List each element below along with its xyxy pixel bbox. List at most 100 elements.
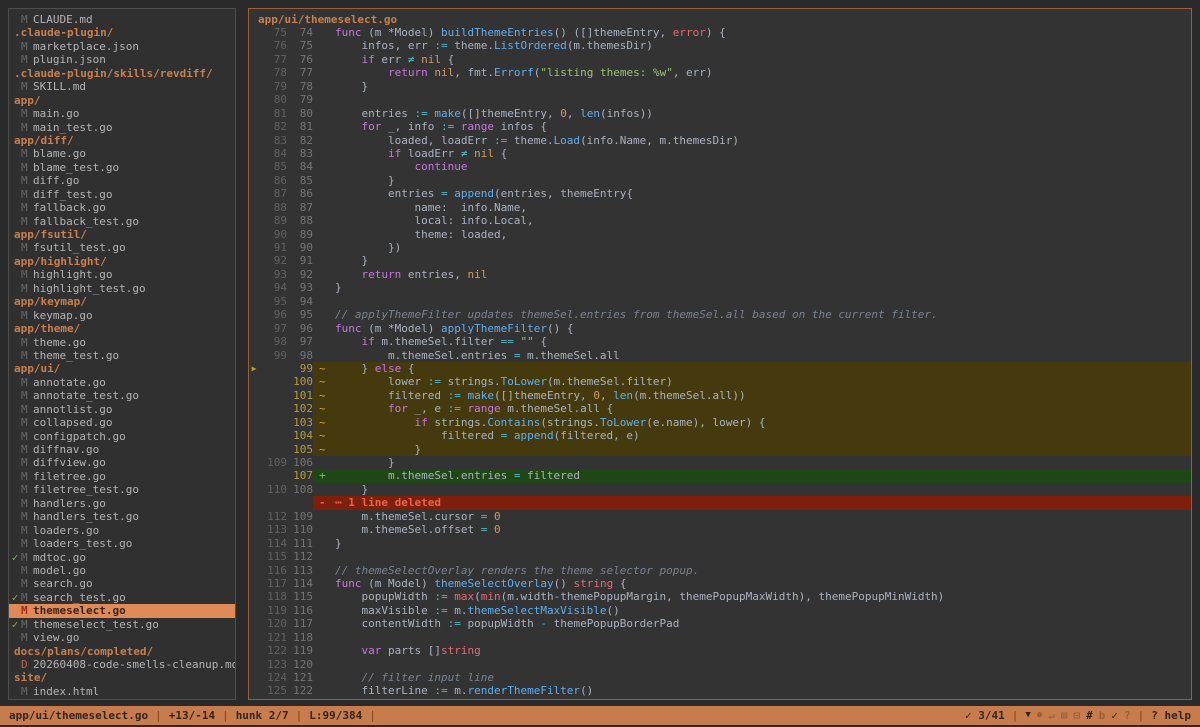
diff-marker: - [319, 496, 335, 509]
tree-file-row[interactable]: Mblame.go [9, 147, 235, 160]
code-token: theme. [448, 39, 494, 52]
code-token: m. [448, 604, 468, 617]
hash-icon: # [1086, 706, 1093, 725]
old-line-number: 76 [259, 39, 287, 52]
diff-marker: ~ [319, 416, 335, 429]
code-token: } [335, 537, 342, 550]
hunk-arrow-slot [249, 590, 259, 603]
code-line: 123120 [249, 658, 1191, 671]
tree-dir-row[interactable]: docs/plans/completed/ [9, 645, 235, 658]
tree-dir-row[interactable]: .claude-plugin/skills/revdiff/ [9, 67, 235, 80]
tree-file-row[interactable]: Mblame_test.go [9, 161, 235, 174]
code-token [335, 402, 388, 415]
help-hint[interactable]: ? help [1151, 706, 1191, 725]
file-status-badge: M [21, 618, 33, 631]
tree-file-row[interactable]: Mloaders.go [9, 524, 235, 537]
old-line-number [259, 496, 287, 509]
hunk-arrow-slot [249, 187, 259, 200]
code-token: Contains [487, 416, 540, 429]
tree-dir-row[interactable]: app/fsutil/ [9, 228, 235, 241]
diff-marker [319, 160, 335, 173]
hunk-arrow-slot [249, 322, 259, 335]
code-token: "listing themes: %w" [540, 66, 672, 79]
tree-file-row[interactable]: Mdiffnav.go [9, 443, 235, 456]
tree-file-row[interactable]: Mhighlight_test.go [9, 282, 235, 295]
tree-file-row[interactable]: Mtheme.go [9, 336, 235, 349]
reviewed-check-icon [9, 483, 21, 496]
file-status-badge: M [21, 443, 33, 456]
tree-dir-row[interactable]: app/highlight/ [9, 255, 235, 268]
hunk-arrow-slot [249, 389, 259, 402]
tree-file-row[interactable]: Mconfigpatch.go [9, 430, 235, 443]
code-line-content: + m.themeSel.entries = filtered [313, 469, 1191, 482]
tree-file-row[interactable]: Mhighlight.go [9, 268, 235, 281]
tree-dir-row[interactable]: app/keymap/ [9, 295, 235, 308]
tree-dir-row[interactable]: app/ [9, 94, 235, 107]
code-token: (filtered, e) [554, 429, 640, 442]
tree-file-row[interactable]: Mkeymap.go [9, 309, 235, 322]
code-line: 8180 entries := make([]themeEntry, 0, le… [249, 107, 1191, 120]
diff-marker [319, 631, 335, 644]
code-token: name: info.Name, [335, 201, 527, 214]
tree-file-row[interactable]: Mthemeselect.go [9, 604, 235, 617]
hunk-arrow-slot [249, 174, 259, 187]
tree-file-row[interactable]: Mhandlers.go [9, 497, 235, 510]
code-token: (strings. [540, 416, 600, 429]
tree-file-row[interactable]: Mannotate.go [9, 376, 235, 389]
new-line-number: 111 [287, 537, 313, 550]
tree-file-row[interactable]: Mdiff_test.go [9, 188, 235, 201]
old-line-number: 91 [259, 241, 287, 254]
code-token: } [335, 456, 395, 469]
tree-file-row[interactable]: Mannotlist.go [9, 403, 235, 416]
hunk-arrow-slot [249, 39, 259, 52]
tree-dir-row[interactable]: app/ui/ [9, 362, 235, 375]
tree-dir-row[interactable]: site/ [9, 671, 235, 684]
tree-file-row[interactable]: Msearch.go [9, 577, 235, 590]
tree-file-row[interactable]: ✓Msearch_test.go [9, 591, 235, 604]
box-x-icon: ⊠ [1061, 706, 1068, 725]
tree-file-row[interactable]: Mfallback_test.go [9, 215, 235, 228]
tree-file-row[interactable]: Mcollapsed.go [9, 416, 235, 429]
tree-file-row[interactable]: D20260408-code-smells-cleanup.md [9, 658, 235, 671]
tree-dir-row[interactable]: app/theme/ [9, 322, 235, 335]
tree-file-row[interactable]: Mfiletree.go [9, 470, 235, 483]
tree-file-row[interactable]: Mfsutil_test.go [9, 241, 235, 254]
code-token: (m.width-themePopupMargin, themePopupMax… [501, 590, 945, 603]
file-status-badge: M [21, 13, 33, 26]
tree-file-row[interactable]: Mindex.html [9, 685, 235, 698]
code-token: len [613, 389, 633, 402]
old-line-number: 87 [259, 187, 287, 200]
tree-dir-row[interactable]: .claude-plugin/ [9, 26, 235, 39]
tree-file-row[interactable]: Mfallback.go [9, 201, 235, 214]
file-status-badge: M [21, 121, 33, 134]
tree-file-row[interactable]: Mmodel.go [9, 564, 235, 577]
tree-file-row[interactable]: Mfiletree_test.go [9, 483, 235, 496]
tree-file-row[interactable]: Mplugin.json [9, 53, 235, 66]
tree-file-row[interactable]: Mdiffview.go [9, 456, 235, 469]
diff-marker [319, 174, 335, 187]
tree-file-row[interactable]: Mhandlers_test.go [9, 510, 235, 523]
code-comment: // applyThemeFilter updates themeSel.ent… [335, 308, 938, 321]
tree-dir-row[interactable]: app/diff/ [9, 134, 235, 147]
tree-file-row[interactable]: Mview.go [9, 631, 235, 644]
tree-file-row[interactable]: Mloaders_test.go [9, 537, 235, 550]
tree-file-row[interactable]: MSKILL.md [9, 80, 235, 93]
code-line: 104~ filtered = append(filtered, e) [249, 429, 1191, 442]
code-line-content: // filter input line [313, 671, 1191, 684]
diff-marker [319, 604, 335, 617]
tree-file-row[interactable]: Mannotate_test.go [9, 389, 235, 402]
hunk-arrow-slot [249, 295, 259, 308]
tree-file-row[interactable]: Mdiff.go [9, 174, 235, 187]
tree-file-row[interactable]: Mmarketplace.json [9, 40, 235, 53]
tree-file-row[interactable]: ✓Mmdtoc.go [9, 551, 235, 564]
code-token: m. [448, 684, 468, 697]
tree-file-row[interactable]: Mmain_test.go [9, 121, 235, 134]
tree-file-row[interactable]: Mmain.go [9, 107, 235, 120]
code-token [335, 66, 388, 79]
tree-file-row[interactable]: MCLAUDE.md [9, 13, 235, 26]
tree-file-row[interactable]: ✓Mthemeselect_test.go [9, 618, 235, 631]
code-token [487, 523, 494, 536]
tree-file-row[interactable]: Mtheme_test.go [9, 349, 235, 362]
code-token: } [335, 443, 421, 456]
hunk-arrow-slot [249, 120, 259, 133]
